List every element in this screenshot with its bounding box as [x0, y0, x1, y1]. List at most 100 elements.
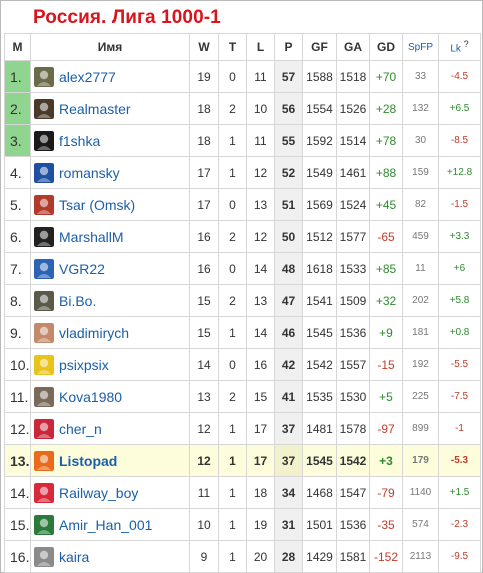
table-row: 6. MarshallM 16 2 12 50 1512 1577 -65 459 +3.3	[4, 220, 481, 253]
spfp-cell: 181	[402, 316, 439, 349]
col-lk-header[interactable]: Lk ?	[438, 33, 481, 61]
player-name-link[interactable]: Listopad	[59, 453, 117, 469]
ties-cell: 0	[218, 348, 247, 381]
gf-cell: 1554	[302, 92, 337, 125]
eagle-avatar-icon[interactable]	[34, 194, 54, 215]
dark-face-avatar-icon[interactable]	[34, 130, 54, 151]
player-cell[interactable]: Railway_boy	[30, 476, 190, 509]
lk-cell: +12.8	[438, 156, 481, 189]
table-row: 15. Amir_Han_001 10 1 19 31 1501 1536 -35 574 -2.3	[4, 508, 481, 541]
player-cell[interactable]: Amir_Han_001	[30, 508, 190, 541]
dynamo-logo-icon[interactable]	[34, 258, 54, 279]
player-name-link[interactable]: romansky	[59, 165, 120, 181]
wins-cell: 9	[189, 540, 219, 573]
points-cell: 57	[274, 60, 303, 93]
lk-label[interactable]: Lk	[450, 44, 461, 55]
player-name-link[interactable]: Realmaster	[59, 101, 131, 117]
col-l-header[interactable]: L	[246, 33, 275, 61]
cartoon-avatar-icon[interactable]	[34, 226, 54, 247]
green-avatar-icon[interactable]	[34, 514, 54, 535]
player-name-link[interactable]: Kova1980	[59, 389, 122, 405]
wins-cell: 12	[189, 444, 219, 477]
player-name-link[interactable]: VGR22	[59, 261, 105, 277]
badge-avatar-icon[interactable]	[34, 98, 54, 119]
player-name-link[interactable]: alex2777	[59, 69, 116, 85]
spfp-cell: 1140	[402, 476, 439, 509]
rank-cell: 15.	[4, 508, 31, 541]
col-ga-header[interactable]: GA	[336, 33, 370, 61]
table-row: 14. Railway_boy 11 1 18 34 1468 1547 -79 1140 +1.5	[4, 476, 481, 509]
face-avatar-icon[interactable]	[34, 322, 54, 343]
league-title: Россия. Лига 1000-1	[33, 7, 221, 28]
cat-avatar-icon[interactable]	[34, 546, 54, 567]
losses-cell: 11	[246, 60, 275, 93]
col-spfp-header[interactable]: SpFP	[402, 33, 439, 61]
player-cell[interactable]: MarshallM	[30, 220, 190, 253]
col-gf-header[interactable]: GF	[302, 33, 337, 61]
losses-cell: 11	[246, 124, 275, 157]
player-cell[interactable]: Bi.Bo.	[30, 284, 190, 317]
player-name-link[interactable]: psixpsix	[59, 357, 109, 373]
wins-cell: 17	[189, 188, 219, 221]
ties-cell: 1	[218, 508, 247, 541]
col-gd-header[interactable]: GD	[369, 33, 403, 61]
bird-avatar-icon[interactable]	[34, 66, 54, 87]
player-cell[interactable]: f1shka	[30, 124, 190, 157]
leaf-avatar-icon[interactable]	[34, 450, 54, 471]
points-cell: 37	[274, 444, 303, 477]
table-header: М Имя W T L P GF GA GD SpFP Lk ?	[4, 33, 481, 61]
lokomotiv-heart-icon[interactable]	[34, 482, 54, 503]
player-name-link[interactable]: Tsar (Omsk)	[59, 197, 135, 213]
player-name-link[interactable]: MarshallM	[59, 229, 124, 245]
spartak-avatar-icon[interactable]	[34, 418, 54, 439]
player-name-link[interactable]: kaira	[59, 549, 89, 565]
player-cell[interactable]: romansky	[30, 156, 190, 189]
points-cell: 37	[274, 412, 303, 445]
standings-panel: Россия. Лига 1000-1 М Имя W T L P GF GA …	[0, 0, 483, 573]
ties-cell: 1	[218, 156, 247, 189]
chelsea-crest-icon[interactable]	[34, 162, 54, 183]
col-name-header[interactable]: Имя	[30, 33, 190, 61]
spfp-cell: 202	[402, 284, 439, 317]
player-cell[interactable]: vladimirych	[30, 316, 190, 349]
player-name-link[interactable]: cher_n	[59, 421, 102, 437]
photo-avatar-icon[interactable]	[34, 290, 54, 311]
player-name-link[interactable]: Amir_Han_001	[59, 517, 152, 533]
rank-cell: 12.	[4, 412, 31, 445]
player-cell[interactable]: Listopad	[30, 444, 190, 477]
person-avatar-icon[interactable]	[34, 386, 54, 407]
gd-cell: +9	[369, 316, 403, 349]
player-name-link[interactable]: Bi.Bo.	[59, 293, 96, 309]
table-row: 2. Realmaster 18 2 10 56 1554 1526 +28 132 +6.5	[4, 92, 481, 125]
gd-cell: +45	[369, 188, 403, 221]
col-rank-header[interactable]: М	[4, 33, 31, 61]
player-cell[interactable]: Kova1980	[30, 380, 190, 413]
player-cell[interactable]: alex2777	[30, 60, 190, 93]
player-cell[interactable]: kaira	[30, 540, 190, 573]
lk-cell: -7.5	[438, 380, 481, 413]
player-cell[interactable]: VGR22	[30, 252, 190, 285]
lk-help-icon[interactable]: ?	[464, 39, 469, 49]
gf-cell: 1512	[302, 220, 337, 253]
player-cell[interactable]: cher_n	[30, 412, 190, 445]
player-cell[interactable]: Realmaster	[30, 92, 190, 125]
player-name-link[interactable]: Railway_boy	[59, 485, 138, 501]
col-w-header[interactable]: W	[189, 33, 219, 61]
wins-cell: 16	[189, 252, 219, 285]
col-p-header[interactable]: P	[274, 33, 303, 61]
player-cell[interactable]: psixpsix	[30, 348, 190, 381]
col-t-header[interactable]: T	[218, 33, 247, 61]
points-cell: 34	[274, 476, 303, 509]
player-name-link[interactable]: f1shka	[59, 133, 100, 149]
wins-cell: 13	[189, 380, 219, 413]
table-row: 11. Kova1980 13 2 15 41 1535 1530 +5 225 -7.5	[4, 380, 481, 413]
gf-cell: 1549	[302, 156, 337, 189]
table-row: 5. Tsar (Omsk) 17 0 13 51 1569 1524 +45 82 -1.5	[4, 188, 481, 221]
trophy-avatar-icon[interactable]	[34, 354, 54, 375]
player-cell[interactable]: Tsar (Omsk)	[30, 188, 190, 221]
ties-cell: 2	[218, 220, 247, 253]
ga-cell: 1526	[336, 92, 370, 125]
ga-cell: 1536	[336, 316, 370, 349]
player-name-link[interactable]: vladimirych	[59, 325, 129, 341]
losses-cell: 14	[246, 252, 275, 285]
